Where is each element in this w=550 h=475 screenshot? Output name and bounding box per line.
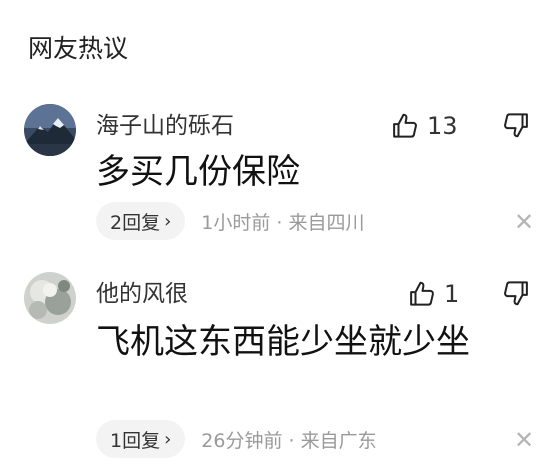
chevron-right-icon: › [164,210,172,232]
reply-button[interactable]: 1回复 › [96,420,186,458]
close-icon[interactable]: ✕ [514,208,534,236]
like-button[interactable]: 13 [391,110,458,142]
close-icon[interactable]: ✕ [514,426,534,454]
reply-button[interactable]: 2回复 › [96,202,186,240]
avatar-mountain-image [24,104,76,156]
time-location: 26分钟前 · 来自广东 [201,429,377,452]
section-title: 网友热议 [28,34,129,63]
comment-text: 飞机这东西能少坐就少坐 [96,322,470,362]
reply-count: 2回复 [110,211,161,234]
like-count: 1 [444,280,460,308]
avatar[interactable] [24,104,76,156]
dislike-button[interactable] [500,278,530,308]
thumb-up-icon [393,113,417,138]
like-count: 13 [427,112,458,140]
comment-text: 多买几份保险 [96,152,300,192]
thumb-down-icon [504,113,528,138]
reply-count: 1回复 [110,429,161,452]
thumb-up-icon [410,281,434,306]
comment-meta: 2回复 › 1小时前 · 来自四川 [96,202,365,240]
username[interactable]: 他的风很 [96,280,188,308]
thumb-down-icon [504,281,528,306]
chevron-right-icon: › [164,428,172,450]
dislike-button[interactable] [500,110,530,140]
avatar-photo-image [24,272,76,324]
time-location: 1小时前 · 来自四川 [201,211,365,234]
like-button[interactable]: 1 [408,278,459,310]
comment-meta: 1回复 › 26分钟前 · 来自广东 [96,420,377,458]
avatar[interactable] [24,272,76,324]
username[interactable]: 海子山的砾石 [96,112,234,140]
